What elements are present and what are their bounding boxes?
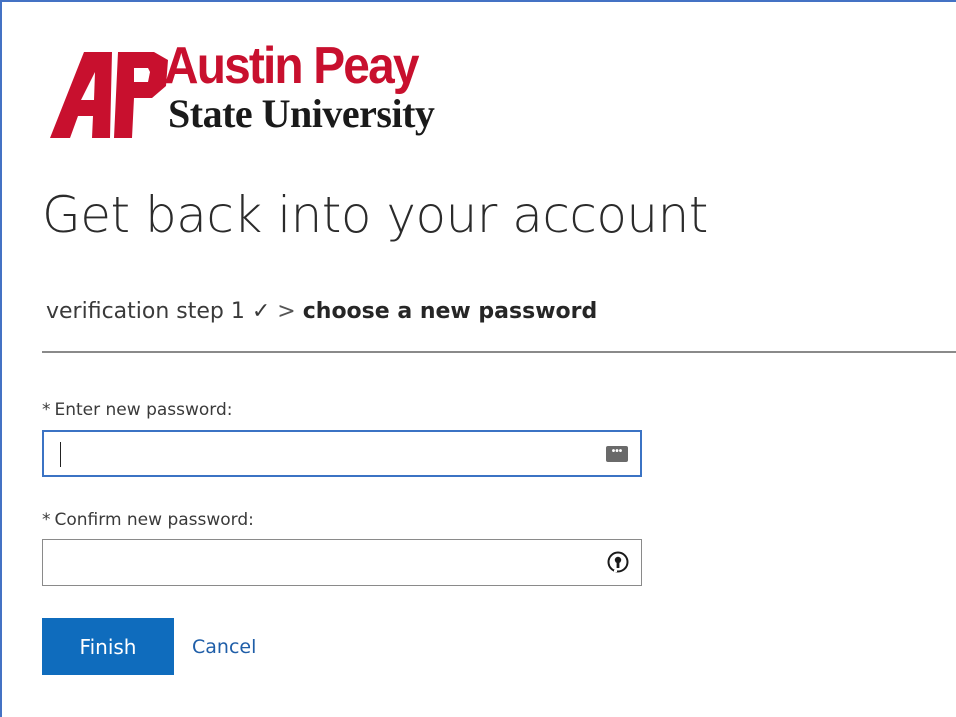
new-password-input[interactable] — [52, 438, 582, 470]
new-password-field[interactable]: ••• — [42, 430, 642, 477]
finish-button[interactable]: Finish — [42, 618, 174, 675]
password-manager-icon[interactable]: ••• — [606, 446, 628, 462]
password-key-icon[interactable] — [607, 551, 629, 573]
confirm-password-input[interactable] — [51, 546, 581, 578]
required-marker: * — [42, 400, 51, 420]
check-icon: ✓ — [251, 299, 271, 324]
cancel-link[interactable]: Cancel — [192, 636, 256, 658]
page-title: Get back into your account — [42, 186, 708, 244]
confirm-password-field[interactable] — [42, 539, 642, 586]
breadcrumb-step-verification: verification step 1 — [46, 299, 245, 324]
page-frame: Austin Peay State University Get back in… — [0, 0, 956, 717]
text-cursor — [60, 442, 61, 467]
logo-wordmark: Austin Peay — [164, 37, 419, 95]
confirm-password-label-text: Confirm new password: — [54, 510, 254, 530]
divider — [42, 351, 956, 353]
new-password-label-text: Enter new password: — [54, 400, 233, 420]
required-marker: * — [42, 510, 51, 530]
logo-subtitle: State University — [168, 91, 435, 136]
breadcrumb-separator: > — [277, 299, 296, 324]
breadcrumb: verification step 1 ✓ > choose a new pas… — [46, 299, 597, 324]
confirm-password-label: * Confirm new password: — [42, 510, 254, 530]
breadcrumb-current-step: choose a new password — [302, 299, 598, 324]
ap-logo-mark-icon — [50, 52, 168, 138]
university-logo: Austin Peay State University — [48, 40, 478, 146]
new-password-label: * Enter new password: — [42, 400, 233, 420]
